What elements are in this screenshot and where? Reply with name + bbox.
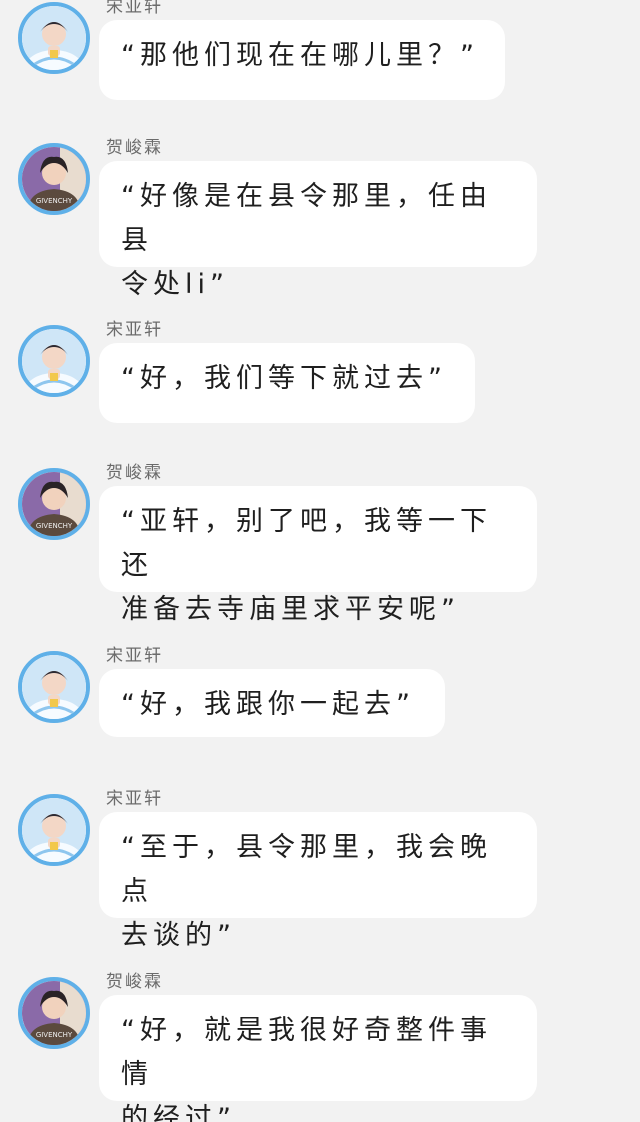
message-bubble[interactable]: “那他们现在在哪儿里？”	[99, 20, 505, 100]
sender-name: 贺峻霖	[106, 972, 163, 992]
sender-name: 贺峻霖	[106, 463, 163, 483]
avatar[interactable]	[18, 651, 90, 723]
avatar[interactable]: GIVENCHY	[18, 977, 90, 1049]
avatar[interactable]: GIVENCHY	[18, 468, 90, 540]
avatar-song-icon	[22, 329, 86, 393]
avatar-song-icon	[22, 6, 86, 70]
avatar-he-icon: GIVENCHY	[22, 981, 86, 1045]
avatar[interactable]	[18, 794, 90, 866]
avatar-song-icon	[22, 655, 86, 719]
avatar[interactable]	[18, 325, 90, 397]
avatar-he-icon: GIVENCHY	[22, 147, 86, 211]
message-bubble[interactable]: “好，我跟你一起去”	[99, 669, 445, 737]
svg-text:GIVENCHY: GIVENCHY	[36, 197, 73, 205]
avatar[interactable]	[18, 2, 90, 74]
sender-name: 贺峻霖	[106, 138, 163, 158]
sender-name: 宋亚轩	[106, 320, 163, 340]
sender-name: 宋亚轩	[106, 0, 163, 17]
svg-text:GIVENCHY: GIVENCHY	[36, 1031, 73, 1039]
message-bubble[interactable]: “好，就是我很好奇整件事情 的经过”	[99, 995, 537, 1122]
avatar[interactable]: GIVENCHY	[18, 143, 90, 215]
chat-thread[interactable]: 宋亚轩 “那他们现在在哪儿里？” GIVENCHY 贺峻霖 “好像是在县令那里，…	[0, 0, 640, 1122]
message-bubble[interactable]: “亚轩，别了吧，我等一下还 准备去寺庙里求平安呢”	[99, 486, 537, 625]
avatar-song-icon	[22, 798, 86, 862]
message-bubble[interactable]: “好像是在县令那里，任由县 令处li”	[99, 161, 537, 300]
sender-name: 宋亚轩	[106, 646, 163, 666]
avatar-he-icon: GIVENCHY	[22, 472, 86, 536]
message-bubble[interactable]: “好，我们等下就过去”	[99, 343, 475, 423]
svg-text:GIVENCHY: GIVENCHY	[36, 522, 73, 530]
sender-name: 宋亚轩	[106, 789, 163, 809]
message-bubble[interactable]: “至于，县令那里，我会晚点 去谈的”	[99, 812, 537, 951]
